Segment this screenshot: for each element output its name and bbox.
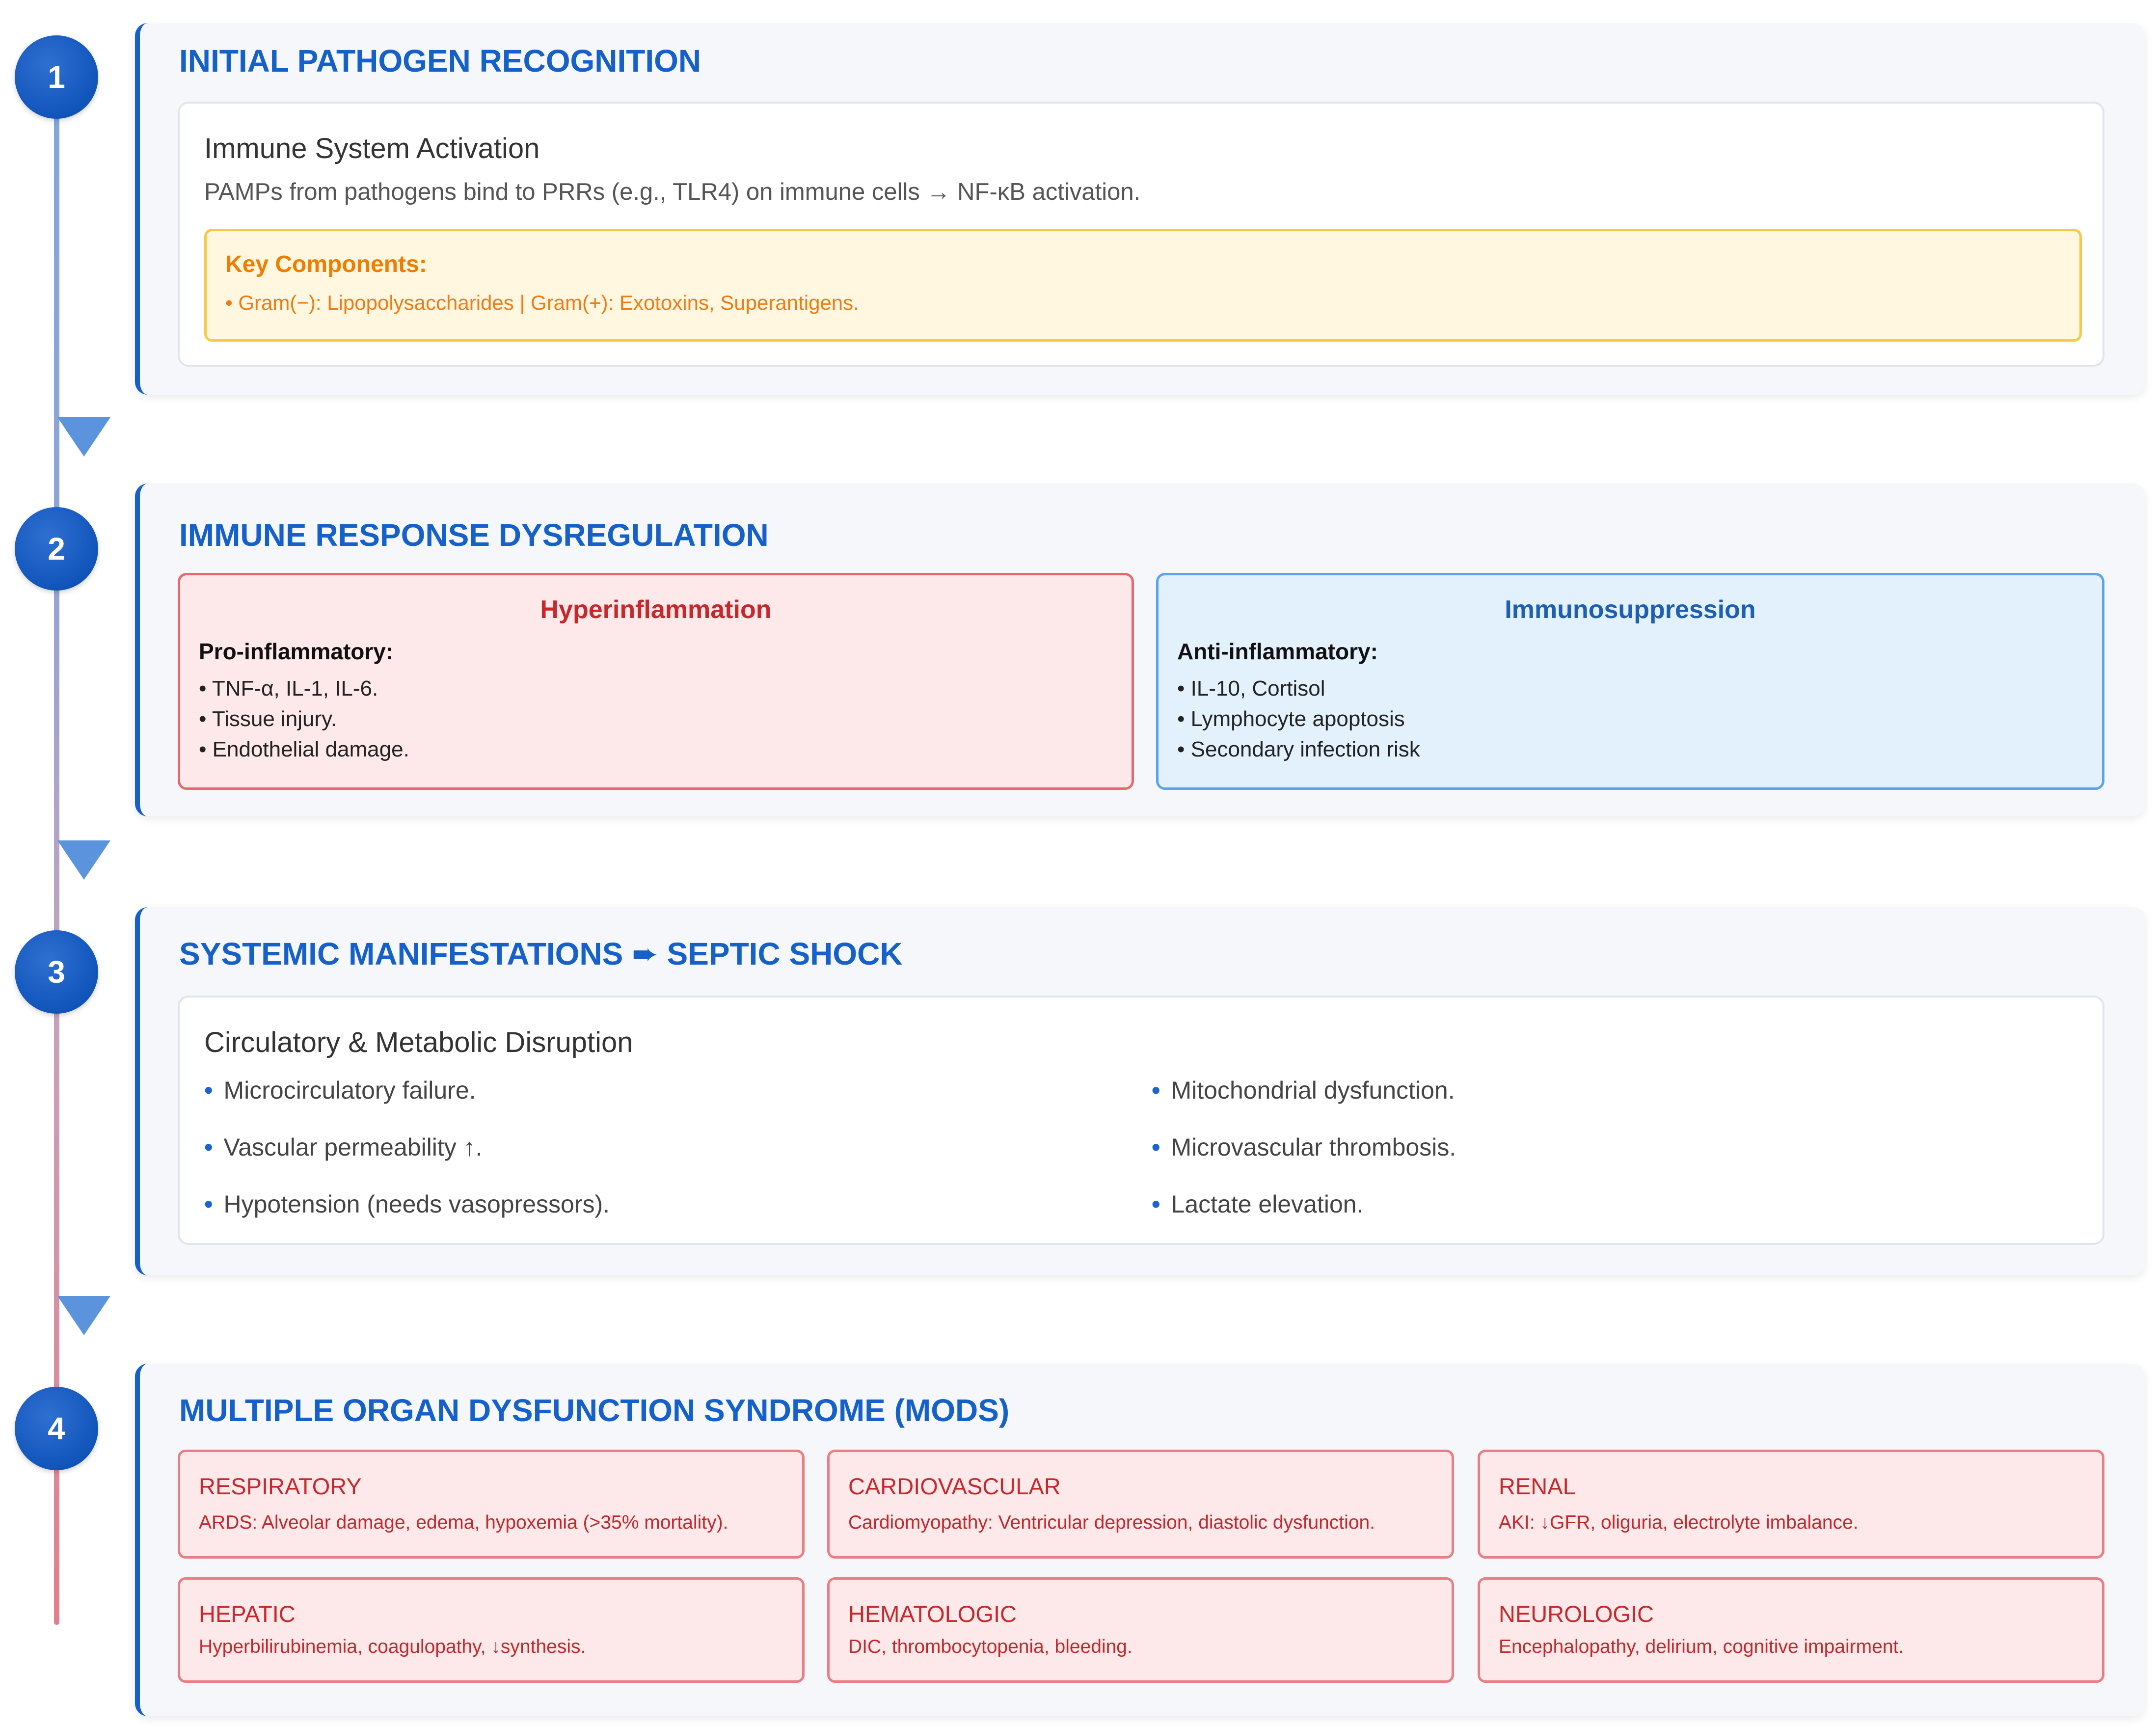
organ-card-cardiovascular: CARDIOVASCULAR Cardiomyopathy: Ventricul… bbox=[827, 1450, 1454, 1559]
activation-card: Immune System Activation PAMPs from path… bbox=[178, 102, 2104, 367]
organ-name: RENAL bbox=[1499, 1473, 1576, 1499]
organ-card-renal: RENAL AKI: ↓GFR, oliguria, electrolyte i… bbox=[1478, 1450, 2104, 1559]
stage-1-title: INITIAL PATHOGEN RECOGNITION bbox=[179, 43, 701, 79]
list-item: • Endothelial damage. bbox=[199, 737, 409, 761]
list-item: • Tissue injury. bbox=[199, 707, 337, 731]
hyperinflammation-box: Hyperinflammation Pro-inflammatory: • TN… bbox=[178, 573, 1134, 790]
list-item-text: Vascular permeability ↑. bbox=[223, 1133, 483, 1161]
step-2-circle: 2 bbox=[15, 507, 98, 591]
key-components-title: Key Components: bbox=[225, 251, 427, 277]
immunosuppression-box: Immunosuppression Anti-inflammatory: • I… bbox=[1156, 573, 2104, 790]
list-item: • Lymphocyte apoptosis bbox=[1177, 707, 1405, 731]
anti-inflammatory-label: Anti-inflammatory: bbox=[1177, 639, 1378, 664]
immunosuppression-title: Immunosuppression bbox=[1505, 595, 1756, 624]
key-components-box: Key Components: • Gram(−): Lipopolysacch… bbox=[204, 229, 2082, 342]
organ-description: Hyperbilirubinemia, coagulopathy, ↓synth… bbox=[199, 1636, 586, 1657]
anti-inflammatory-list: • IL-10, Cortisol • Lymphocyte apoptosis… bbox=[1177, 674, 1420, 765]
step-4-circle: 4 bbox=[15, 1387, 98, 1470]
step-1-number: 1 bbox=[48, 59, 65, 95]
organ-name: CARDIOVASCULAR bbox=[848, 1473, 1061, 1499]
stage-1-panel: INITIAL PATHOGEN RECOGNITION Immune Syst… bbox=[135, 23, 2145, 395]
circulatory-card-title: Circulatory & Metabolic Disruption bbox=[204, 1026, 633, 1058]
bullet: • bbox=[204, 1133, 213, 1161]
organ-description: DIC, thrombocytopenia, bleeding. bbox=[848, 1636, 1132, 1657]
key-components-text: • Gram(−): Lipopolysaccharides | Gram(+)… bbox=[225, 291, 859, 314]
stage-4-title: MULTIPLE ORGAN DYSFUNCTION SYNDROME (MOD… bbox=[179, 1393, 1010, 1428]
list-item: • Microcirculatory failure. bbox=[204, 1076, 476, 1105]
organ-description: ARDS: Alveolar damage, edema, hypoxemia … bbox=[199, 1512, 728, 1533]
list-item: • Secondary infection risk bbox=[1177, 737, 1420, 761]
organ-card-neurologic: NEUROLOGIC Encephalopathy, delirium, cog… bbox=[1478, 1577, 2104, 1683]
organ-card-hematologic: HEMATOLOGIC DIC, thrombocytopenia, bleed… bbox=[827, 1577, 1454, 1683]
list-item-text: Microcirculatory failure. bbox=[223, 1077, 476, 1104]
arrow-down-icon bbox=[57, 417, 110, 457]
organ-name: NEUROLOGIC bbox=[1499, 1601, 1654, 1627]
step-1-circle: 1 bbox=[15, 35, 98, 119]
pro-inflammatory-label: Pro-inflammatory: bbox=[199, 639, 394, 664]
arrow-down-icon bbox=[57, 1296, 110, 1335]
list-item: • Hypotension (needs vasopressors). bbox=[204, 1190, 610, 1218]
bullet: • bbox=[1152, 1133, 1160, 1161]
arrow-down-icon bbox=[57, 840, 110, 880]
organ-name: HEPATIC bbox=[199, 1601, 296, 1627]
stage-3-panel: SYSTEMIC MANIFESTATIONS ➨ SEPTIC SHOCK C… bbox=[135, 907, 2145, 1275]
organ-card-hepatic: HEPATIC Hyperbilirubinemia, coagulopathy… bbox=[178, 1577, 805, 1683]
organ-name: RESPIRATORY bbox=[199, 1473, 362, 1499]
organ-description: AKI: ↓GFR, oliguria, electrolyte imbalan… bbox=[1499, 1512, 1859, 1533]
organ-description: Cardiomyopathy: Ventricular depression, … bbox=[848, 1512, 1375, 1533]
list-item-text: Mitochondrial dysfunction. bbox=[1171, 1077, 1455, 1104]
list-item: • TNF-α, IL-1, IL-6. bbox=[199, 676, 378, 701]
list-item-text: Hypotension (needs vasopressors). bbox=[223, 1190, 610, 1218]
list-item: • IL-10, Cortisol bbox=[1177, 676, 1325, 701]
stage-4-panel: MULTIPLE ORGAN DYSFUNCTION SYNDROME (MOD… bbox=[135, 1364, 2145, 1716]
list-item: • Mitochondrial dysfunction. bbox=[1152, 1076, 1455, 1105]
step-4-number: 4 bbox=[48, 1411, 65, 1446]
hyperinflammation-title: Hyperinflammation bbox=[540, 595, 772, 624]
list-item-text: Lactate elevation. bbox=[1171, 1190, 1364, 1218]
step-3-circle: 3 bbox=[15, 930, 98, 1014]
activation-description: PAMPs from pathogens bind to PRRs (e.g.,… bbox=[204, 179, 1141, 205]
pro-inflammatory-list: • TNF-α, IL-1, IL-6. • Tissue injury. • … bbox=[199, 674, 409, 765]
organ-name: HEMATOLOGIC bbox=[848, 1601, 1017, 1627]
list-item-text: Microvascular thrombosis. bbox=[1171, 1133, 1456, 1161]
stage-3-title: SYSTEMIC MANIFESTATIONS ➨ SEPTIC SHOCK bbox=[179, 936, 903, 971]
organ-card-respiratory: RESPIRATORY ARDS: Alveolar damage, edema… bbox=[178, 1450, 805, 1559]
bullet: • bbox=[204, 1077, 213, 1104]
bullet: • bbox=[1152, 1077, 1160, 1104]
bullet: • bbox=[1152, 1190, 1160, 1218]
list-item: • Vascular permeability ↑. bbox=[204, 1133, 483, 1161]
list-item: • Lactate elevation. bbox=[1152, 1190, 1363, 1218]
stage-2-panel: IMMUNE RESPONSE DYSREGULATION Hyperinfla… bbox=[135, 484, 2145, 816]
activation-card-title: Immune System Activation bbox=[204, 133, 540, 164]
stage-2-title: IMMUNE RESPONSE DYSREGULATION bbox=[179, 517, 769, 553]
step-3-number: 3 bbox=[48, 954, 65, 990]
step-2-number: 2 bbox=[48, 531, 65, 566]
list-item: • Microvascular thrombosis. bbox=[1152, 1133, 1456, 1161]
circulatory-card: Circulatory & Metabolic Disruption • Micr… bbox=[178, 996, 2104, 1245]
bullet: • bbox=[204, 1190, 213, 1218]
organ-description: Encephalopathy, delirium, cognitive impa… bbox=[1499, 1636, 1904, 1657]
